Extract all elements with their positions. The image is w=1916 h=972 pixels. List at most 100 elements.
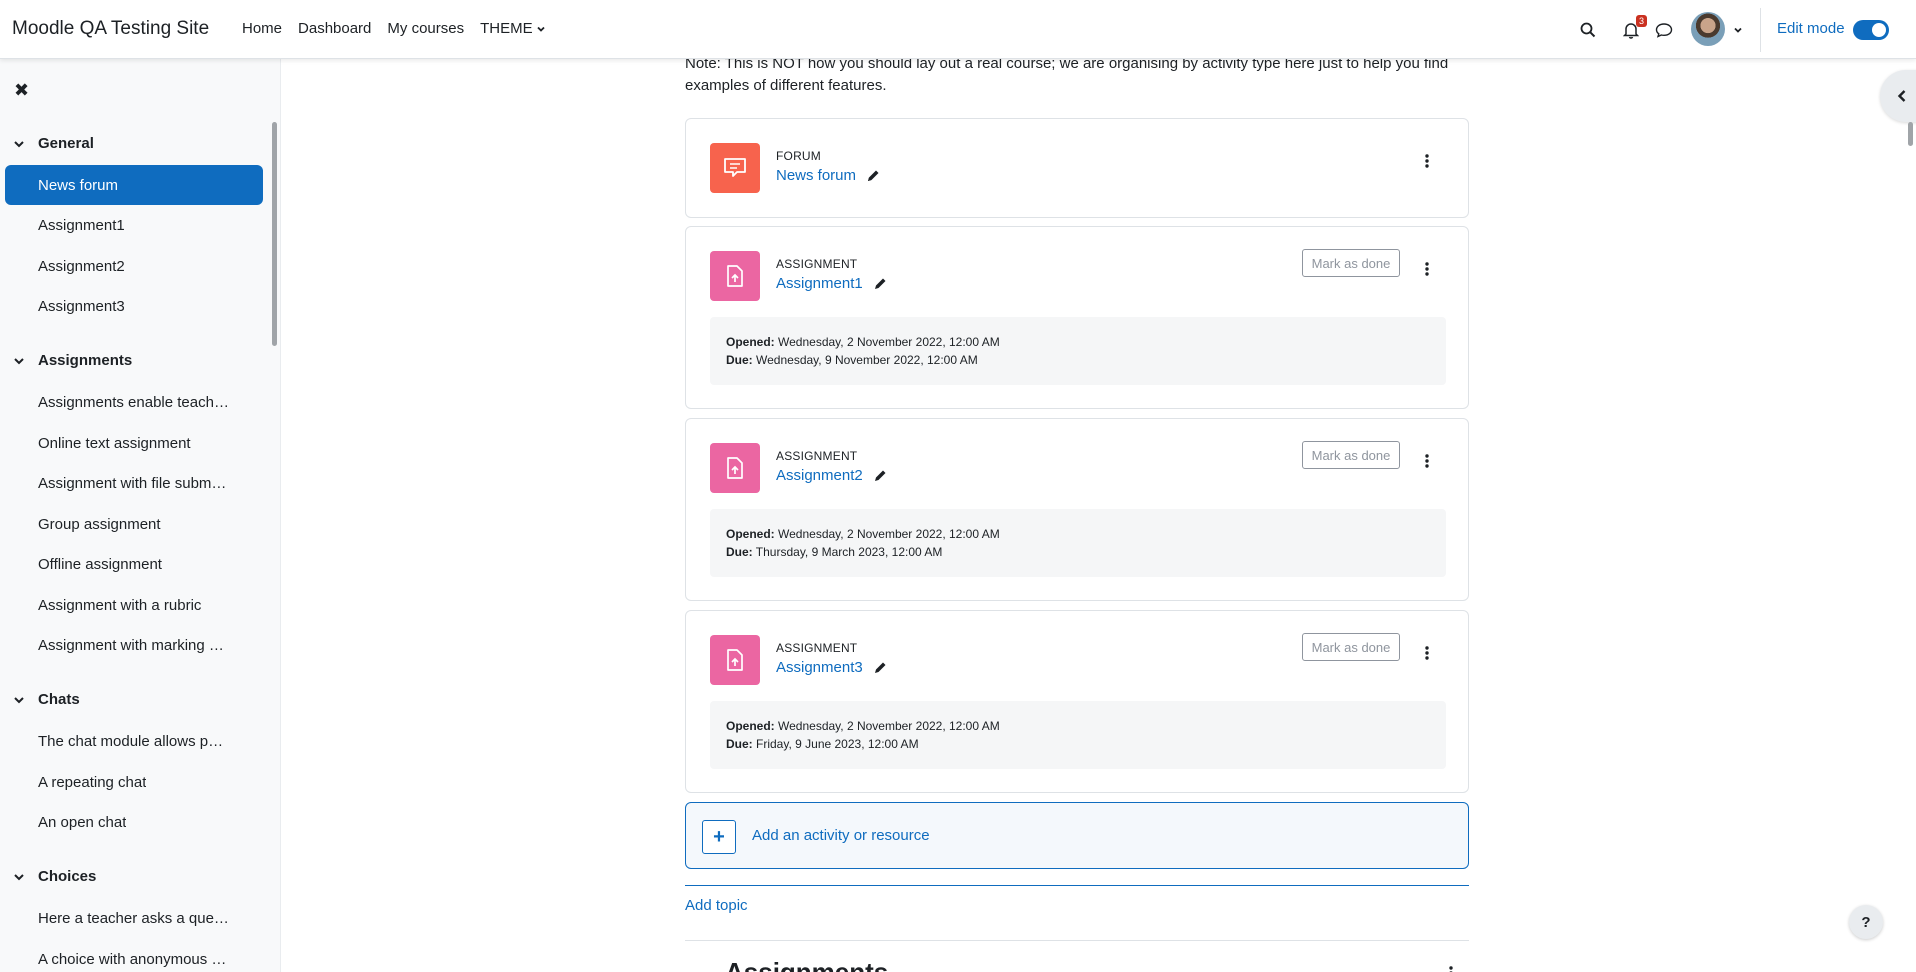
drawer-item[interactable]: The chat module allows p… bbox=[5, 721, 263, 761]
drawer-item[interactable]: Assignment with a rubric bbox=[5, 585, 263, 625]
drawer-item-label: A choice with anonymous … bbox=[38, 950, 227, 968]
primary-navigation: Home Dashboard My courses THEME bbox=[242, 20, 562, 37]
drawer-item[interactable]: An open chat bbox=[5, 802, 263, 842]
assignment-icon bbox=[727, 457, 743, 479]
section-assignments[interactable]: Assignments bbox=[12, 352, 132, 369]
search-button[interactable] bbox=[1578, 20, 1598, 40]
kebab-menu-icon[interactable] bbox=[1448, 965, 1454, 972]
drawer-item-label: The chat module allows p… bbox=[38, 732, 224, 750]
add-activity-button[interactable]: + Add an activity or resource bbox=[685, 802, 1469, 869]
drawer-item-label: Assignment3 bbox=[38, 297, 125, 315]
user-avatar[interactable] bbox=[1691, 12, 1725, 46]
activity-name-link[interactable]: Assignment2 bbox=[776, 467, 887, 484]
close-drawer-icon[interactable]: ✖ bbox=[14, 80, 29, 101]
mark-as-done-button[interactable]: Mark as done bbox=[1302, 441, 1400, 469]
help-button[interactable]: ? bbox=[1849, 905, 1883, 939]
nav-home[interactable]: Home bbox=[242, 20, 282, 37]
drawer-item[interactable]: A repeating chat bbox=[5, 762, 263, 802]
add-activity-label: Add an activity or resource bbox=[752, 827, 930, 844]
assignment-activity-icon[interactable] bbox=[710, 443, 760, 493]
pencil-icon[interactable] bbox=[873, 277, 887, 291]
messages-button[interactable] bbox=[1653, 19, 1675, 41]
notification-count-badge: 3 bbox=[1636, 15, 1648, 27]
nav-theme-label: THEME bbox=[480, 20, 533, 37]
due-date: Friday, 9 June 2023, 12:00 AM bbox=[756, 737, 919, 751]
drawer-item-news-forum[interactable]: News forum bbox=[5, 165, 263, 205]
kebab-menu-icon[interactable] bbox=[1424, 261, 1430, 277]
edit-mode-toggle[interactable] bbox=[1853, 20, 1889, 40]
drawer-item-label: Online text assignment bbox=[38, 434, 191, 452]
drawer-item-assignment1[interactable]: Assignment1 bbox=[5, 205, 263, 245]
drawer-item-label: Group assignment bbox=[38, 515, 161, 533]
edit-mode-label: Edit mode bbox=[1777, 20, 1845, 37]
opened-date-row: Opened: Wednesday, 2 November 2022, 12:0… bbox=[726, 333, 1430, 351]
due-label: Due: bbox=[726, 545, 753, 559]
activity-card-assignment3: ASSIGNMENT Assignment3 Mark as done Open… bbox=[685, 610, 1469, 793]
drawer-item-label: A repeating chat bbox=[38, 773, 147, 791]
drawer-item[interactable]: Assignments enable teach… bbox=[5, 382, 263, 422]
page-scrollbar[interactable] bbox=[1908, 122, 1913, 146]
opened-date-row: Opened: Wednesday, 2 November 2022, 12:0… bbox=[726, 525, 1430, 543]
kebab-menu-icon[interactable] bbox=[1424, 645, 1430, 661]
activity-dates: Opened: Wednesday, 2 November 2022, 12:0… bbox=[710, 509, 1446, 577]
kebab-menu-icon[interactable] bbox=[1424, 153, 1430, 169]
activity-name-link[interactable]: Assignment1 bbox=[776, 275, 887, 292]
notifications-button[interactable]: 3 bbox=[1620, 15, 1648, 41]
section-title: Chats bbox=[38, 691, 80, 708]
chevron-left-icon bbox=[1897, 90, 1906, 102]
forum-activity-icon[interactable] bbox=[710, 143, 760, 193]
activity-name-link[interactable]: Assignment3 bbox=[776, 659, 887, 676]
drawer-item[interactable]: Online text assignment bbox=[5, 423, 263, 463]
activity-type: ASSIGNMENT bbox=[776, 641, 858, 655]
section-title-assignments: Assignments bbox=[725, 957, 889, 972]
nav-my-courses[interactable]: My courses bbox=[387, 20, 464, 37]
activity-dates: Opened: Wednesday, 2 November 2022, 12:0… bbox=[710, 317, 1446, 385]
activity-type: FORUM bbox=[776, 149, 821, 163]
drawer-scrollbar[interactable] bbox=[272, 122, 277, 346]
opened-label: Opened: bbox=[726, 719, 775, 733]
assignment-activity-icon[interactable] bbox=[710, 251, 760, 301]
drawer-item-assignment3[interactable]: Assignment3 bbox=[5, 286, 263, 326]
assignment-activity-icon[interactable] bbox=[710, 635, 760, 685]
drawer-item-label: Assignment2 bbox=[38, 257, 125, 275]
activity-name-link[interactable]: News forum bbox=[776, 167, 880, 184]
site-name[interactable]: Moodle QA Testing Site bbox=[12, 18, 209, 40]
kebab-menu-icon[interactable] bbox=[1424, 453, 1430, 469]
mark-as-done-button[interactable]: Mark as done bbox=[1302, 249, 1400, 277]
user-menu-chevron-down-icon[interactable] bbox=[1733, 25, 1743, 35]
plus-icon: + bbox=[702, 820, 736, 854]
drawer-item-label: Assignment with a rubric bbox=[38, 596, 202, 614]
drawer-item-label: Assignments enable teach… bbox=[38, 393, 229, 411]
activity-type: ASSIGNMENT bbox=[776, 257, 858, 271]
opened-label: Opened: bbox=[726, 527, 775, 541]
chevron-down-icon bbox=[536, 26, 545, 32]
section-general[interactable]: General bbox=[12, 135, 94, 152]
add-topic-link[interactable]: Add topic bbox=[685, 897, 748, 914]
drawer-item[interactable]: A choice with anonymous … bbox=[5, 939, 263, 972]
pencil-icon[interactable] bbox=[873, 469, 887, 483]
due-date-row: Due: Thursday, 9 March 2023, 12:00 AM bbox=[726, 543, 1430, 561]
activity-name: Assignment2 bbox=[776, 467, 863, 484]
opened-label: Opened: bbox=[726, 335, 775, 349]
course-note: Note: This is NOT how you should lay out… bbox=[685, 55, 1449, 94]
chevron-down-icon bbox=[14, 696, 24, 703]
drawer-item[interactable]: Offline assignment bbox=[5, 544, 263, 584]
drawer-item[interactable]: Assignment with file subm… bbox=[5, 463, 263, 503]
drawer-item[interactable]: Group assignment bbox=[5, 504, 263, 544]
drawer-item-assignment2[interactable]: Assignment2 bbox=[5, 246, 263, 286]
section-chats[interactable]: Chats bbox=[12, 691, 80, 708]
nav-dashboard[interactable]: Dashboard bbox=[298, 20, 371, 37]
drawer-item[interactable]: Assignment with marking … bbox=[5, 625, 263, 665]
section-choices[interactable]: Choices bbox=[12, 868, 96, 885]
pencil-icon[interactable] bbox=[866, 169, 880, 183]
drawer-item-label: Assignment1 bbox=[38, 216, 125, 234]
nav-theme-dropdown[interactable]: THEME bbox=[480, 20, 546, 37]
opened-date: Wednesday, 2 November 2022, 12:00 AM bbox=[778, 719, 1000, 733]
drawer-item[interactable]: Here a teacher asks a que… bbox=[5, 898, 263, 938]
section-title: Choices bbox=[38, 868, 97, 885]
open-block-drawer-button[interactable] bbox=[1880, 70, 1916, 122]
mark-as-done-button[interactable]: Mark as done bbox=[1302, 633, 1400, 661]
navbar-divider bbox=[1760, 8, 1761, 52]
pencil-icon[interactable] bbox=[873, 661, 887, 675]
top-navbar: Moodle QA Testing Site Home Dashboard My… bbox=[0, 0, 1916, 59]
